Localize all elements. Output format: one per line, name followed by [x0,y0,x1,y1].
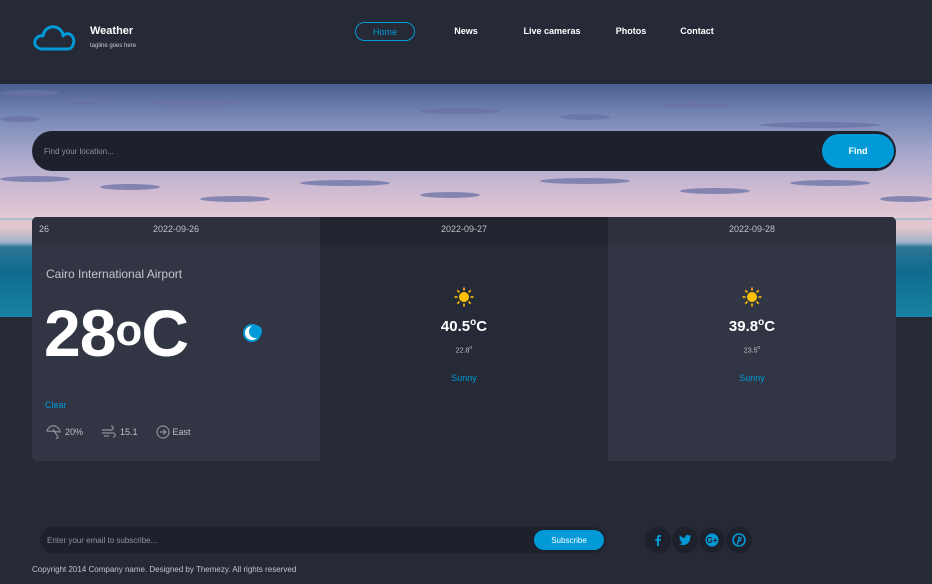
forecast-low-temperature: 23.5o [743,345,761,355]
moon-icon [243,324,262,342]
google-plus-link[interactable]: G+ [699,527,725,553]
current-condition: Clear [45,400,67,410]
subscribe-email-input[interactable] [47,532,517,548]
compass-icon [155,425,170,439]
weather-stats: 20% 15.1 East [46,425,209,439]
wind-direction-value: East [172,427,191,437]
twitter-link[interactable] [672,527,698,553]
svg-text:G+: G+ [707,536,718,545]
pinterest-link[interactable] [726,527,752,553]
pinterest-icon [732,533,746,547]
wind-icon [102,425,116,438]
forecast-low-temperature: 22.8o [455,345,473,355]
umbrella-icon [46,425,61,439]
sun-icon [742,287,762,307]
forecast-condition: Sunny [739,373,765,383]
site-footer: Subscribe G+ Copyright 2014 Company na [0,494,932,584]
rain-value: 20% [65,427,84,437]
current-temperature: 28oC [44,296,189,370]
location-search-input[interactable] [44,141,784,161]
twitter-icon [678,534,691,546]
find-button[interactable]: Find [822,134,894,168]
copyright-text: Copyright 2014 Company name. Designed by… [32,565,297,574]
forecast-day: 2022-09-27 40.5oC 22.8o Sunny [320,217,608,461]
subscribe-button[interactable]: Subscribe [534,530,604,550]
sun-icon [454,287,474,307]
wind-direction-stat: East [155,425,191,439]
facebook-icon [655,535,661,546]
wind-stat: 15.1 [101,425,138,439]
rain-stat: 20% [46,425,83,439]
forecast-day: 2022-09-28 39.8oC 23.5o Sunny [608,217,896,461]
today-day-number: 26 [39,224,50,234]
nav-news[interactable]: News [448,22,484,41]
nav-live-cameras[interactable]: Live cameras [520,22,584,41]
location-name: Cairo International Airport [46,267,183,281]
nav-contact[interactable]: Contact [677,22,717,41]
today-forecast: 26 2022-09-26 Cairo International Airpor… [32,217,320,461]
google-plus-icon: G+ [705,533,719,547]
today-header: 26 2022-09-26 [32,217,320,245]
facebook-link[interactable] [645,527,671,553]
forecast-day-date: 2022-09-27 [320,217,608,245]
forecast-high-temperature: 39.8oC [728,317,776,335]
forecast-high-temperature: 40.5oC [440,317,488,335]
site-header: Weather tagline goes here Home News Live… [0,0,932,84]
forecast-table: 26 2022-09-26 Cairo International Airpor… [32,217,896,461]
wind-value: 15.1 [120,427,138,437]
subscribe-form: Subscribe [40,527,606,553]
forecast-condition: Sunny [451,373,477,383]
today-date: 2022-09-26 [152,224,200,234]
main-nav: Home News Live cameras Photos Contact [0,22,932,42]
forecast-day-date: 2022-09-28 [608,217,896,245]
nav-home[interactable]: Home [355,22,415,41]
location-search: Find [32,131,896,171]
nav-photos[interactable]: Photos [612,22,650,41]
social-links: G+ [645,527,753,553]
site-tagline: tagline goes here [90,43,137,49]
